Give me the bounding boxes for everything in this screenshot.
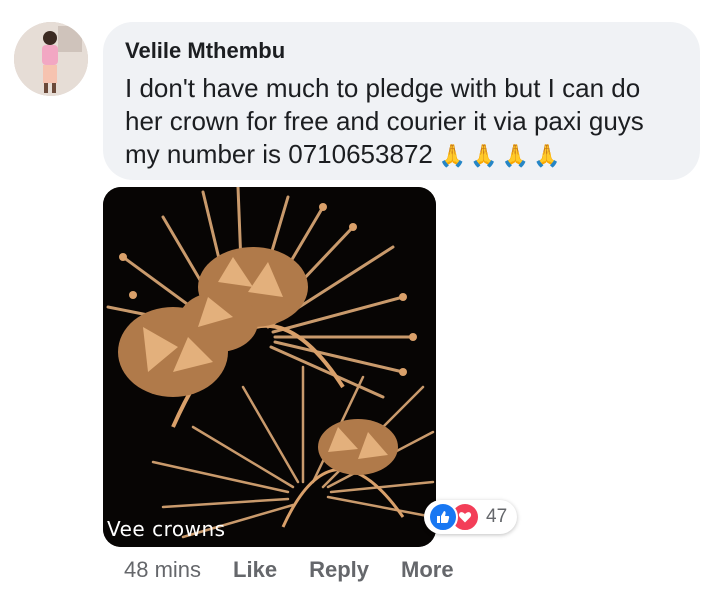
reaction-count: 47 bbox=[486, 506, 508, 527]
like-button[interactable]: Like bbox=[233, 557, 277, 583]
reply-button[interactable]: Reply bbox=[309, 557, 369, 583]
comment-timestamp[interactable]: 48 mins bbox=[124, 557, 201, 583]
comment-thread: Velile Mthembu I don't have much to pled… bbox=[0, 0, 720, 597]
comment-author[interactable]: Velile Mthembu bbox=[125, 38, 678, 64]
thumbs-up-icon bbox=[428, 502, 458, 532]
more-button[interactable]: More bbox=[401, 557, 454, 583]
comment-actions: 48 mins Like Reply More bbox=[124, 557, 486, 583]
reaction-summary[interactable]: 47 bbox=[424, 500, 518, 534]
comment-body: I don't have much to pledge with but I c… bbox=[125, 72, 678, 172]
avatar[interactable] bbox=[14, 22, 88, 96]
photo-watermark: Vee crowns bbox=[107, 517, 226, 541]
comment-bubble: Velile Mthembu I don't have much to pled… bbox=[103, 22, 700, 180]
comment-text: I don't have much to pledge with but I c… bbox=[125, 73, 644, 169]
comment-photo[interactable]: Vee crowns bbox=[103, 187, 436, 547]
folded-hands-emoji: 🙏🙏🙏🙏 bbox=[438, 143, 565, 168]
